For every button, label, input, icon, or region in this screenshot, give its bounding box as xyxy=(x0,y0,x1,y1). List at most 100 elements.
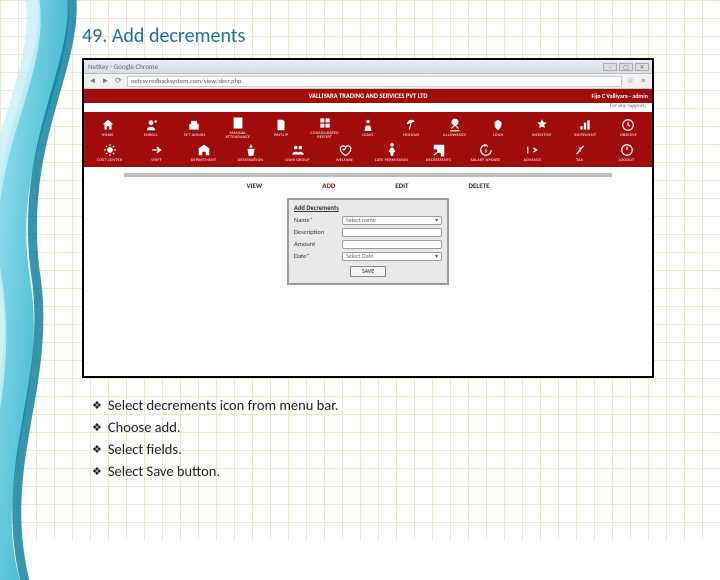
observe-icon xyxy=(621,117,635,133)
logout-icon xyxy=(620,142,634,158)
instruction-text: Choose add. xyxy=(108,418,181,436)
menu-item-shift[interactable]: SHIFT xyxy=(133,141,180,164)
instruction-text: Select fields. xyxy=(108,440,182,458)
menu-item-logout[interactable]: LOGOUT xyxy=(603,141,650,164)
slide-title: 49. Add decrements xyxy=(82,24,245,48)
incentive-icon xyxy=(535,117,549,133)
svg-text:$: $ xyxy=(484,149,487,155)
menu-item-cost-center[interactable]: COST CENTER xyxy=(86,141,133,164)
menu-item-label: HOLIDAY xyxy=(403,134,419,138)
description-label: Description xyxy=(294,228,338,236)
menu-item-department[interactable]: DEPARTMENT xyxy=(180,141,227,164)
date-select[interactable]: Select Date xyxy=(342,252,442,261)
form-title: Add Decrements xyxy=(294,204,442,212)
loan-icon xyxy=(491,117,505,133)
salary-update-icon: $ xyxy=(479,142,493,158)
instruction-text: Select Save button. xyxy=(108,462,220,480)
tab-view[interactable]: VIEW xyxy=(246,181,262,190)
menu-item-designation[interactable]: DESIGNATION xyxy=(227,141,274,164)
menu-item-observe[interactable]: OBSERVE xyxy=(607,114,650,141)
date-select-value: Select Date xyxy=(346,252,373,260)
menu-item-label: TAX xyxy=(576,159,583,163)
menu-item-label: INCENTIVE xyxy=(532,134,552,138)
menu-item-decrements[interactable]: DECREMENTS xyxy=(415,141,462,164)
tab-add[interactable]: ADD xyxy=(322,181,335,190)
menu-item-payslip[interactable]: PAYSLIP xyxy=(260,114,303,141)
nav-reload-icon[interactable]: ⟳ xyxy=(114,77,123,86)
menu-item-label: LOGOUT xyxy=(619,159,635,163)
name-select[interactable]: Select name xyxy=(342,216,442,225)
menu-item-incentive[interactable]: INCENTIVE xyxy=(520,114,563,141)
save-button[interactable]: SAVE xyxy=(350,266,386,277)
tab-delete[interactable]: DELETE xyxy=(468,181,489,190)
name-select-value: Select name xyxy=(346,216,376,224)
menu-item-leave[interactable]: LEAVE xyxy=(346,114,389,141)
nav-forward-icon[interactable]: ► xyxy=(101,77,110,86)
support-line: For any support, xyxy=(84,103,652,112)
app-header: VALLIYARA TRADING AND SERVICES PVT LTD F… xyxy=(84,89,652,103)
menu-item-label: DEPARTMENT xyxy=(191,159,217,163)
menu-item-welfare[interactable]: WELFARE xyxy=(321,141,368,164)
menu-item-increment[interactable]: INCREMENT xyxy=(563,114,606,141)
menu-item-label: LEAVE xyxy=(362,134,373,138)
menu-item-advance[interactable]: ADVANCE xyxy=(509,141,556,164)
menu-item-loan[interactable]: LOAN xyxy=(477,114,520,141)
window-close-icon[interactable]: ✕ xyxy=(635,63,649,71)
menu-item-label: USER GROUP xyxy=(285,159,309,163)
menu-item-consolidated-report[interactable]: CONSOLIDATED REPORT xyxy=(303,114,346,141)
menu-item-label: OBSERVE xyxy=(620,134,637,138)
consolidated-report-icon xyxy=(318,115,332,131)
menu-item-user-group[interactable]: USER GROUP xyxy=(274,141,321,164)
allowance-icon xyxy=(448,117,462,133)
amount-input[interactable] xyxy=(342,240,442,249)
url-field[interactable]: netcsv.redbacksystem.com/view/decr.php xyxy=(127,76,622,87)
embedded-screenshot: NetKey - Google Chrome – ▢ ✕ ◄ ► ⟳ netcs… xyxy=(82,58,654,378)
instruction-item: Choose add. xyxy=(92,418,338,438)
menu-item-set-admin[interactable]: SET ADMIN xyxy=(173,114,216,141)
amount-label: Amount xyxy=(294,240,338,248)
enroll-icon xyxy=(144,117,158,133)
tab-edit[interactable]: EDIT xyxy=(395,181,408,190)
menu-item-label: CONSOLIDATED REPORT xyxy=(310,132,339,140)
date-label: Date* xyxy=(294,252,338,260)
menu-item-manual-attendance[interactable]: MANUAL ATTENDANCE xyxy=(216,114,259,141)
decrements-icon xyxy=(432,142,446,158)
add-decrements-form: Add Decrements Name* Select name Descrip… xyxy=(287,198,449,285)
payslip-icon xyxy=(274,117,288,133)
menu-item-enroll[interactable]: ENROLL xyxy=(129,114,172,141)
bookmark-icon[interactable]: ☆ xyxy=(626,77,635,86)
menu-item-label: COST CENTER xyxy=(97,159,122,163)
menu-item-salary-update[interactable]: $SALARY UPDATE xyxy=(462,141,509,164)
instruction-item: Select Save button. xyxy=(92,462,338,482)
welfare-icon xyxy=(338,142,352,158)
user-group-icon xyxy=(291,142,305,158)
home-icon xyxy=(101,117,115,133)
menu-item-allowance[interactable]: ALLOWANCE xyxy=(433,114,476,141)
action-tabs: VIEW ADD EDIT DELETE xyxy=(84,181,652,190)
logged-in-user: Fijo C Valliyara - admin xyxy=(592,92,648,100)
menu-item-home[interactable]: HOME xyxy=(86,114,129,141)
menu-item-label: SET ADMIN xyxy=(184,134,205,138)
main-menu: HOME ENROLL SET ADMIN MANUAL ATTENDANCEPAYS… xyxy=(84,112,652,167)
browser-address-bar: ◄ ► ⟳ netcsv.redbacksystem.com/view/decr… xyxy=(84,74,652,89)
late-permission-icon xyxy=(385,142,399,158)
window-minimize-icon[interactable]: – xyxy=(603,63,617,71)
menu-item-holiday[interactable]: HOLIDAY xyxy=(390,114,433,141)
name-label: Name* xyxy=(294,216,338,224)
nav-back-icon[interactable]: ◄ xyxy=(88,77,97,86)
leave-icon xyxy=(361,117,375,133)
advance-icon xyxy=(526,142,540,158)
window-maximize-icon[interactable]: ▢ xyxy=(619,63,633,71)
description-input[interactable] xyxy=(342,228,442,237)
increment-icon xyxy=(578,117,592,133)
menu-item-label: LATE PERMISSION xyxy=(375,159,408,163)
browser-menu-icon[interactable]: ≡ xyxy=(639,77,648,86)
menu-item-tax[interactable]: ₹TAX xyxy=(556,141,603,164)
instruction-item: Select fields. xyxy=(92,440,338,460)
menu-item-label: ALLOWANCE xyxy=(443,134,466,138)
menu-item-late-permission[interactable]: LATE PERMISSION xyxy=(368,141,415,164)
manual-attendance-icon xyxy=(231,115,245,131)
menu-item-label: WELFARE xyxy=(336,159,353,163)
menu-item-label: HOME xyxy=(102,134,114,138)
menu-item-label: ENROLL xyxy=(144,134,158,138)
